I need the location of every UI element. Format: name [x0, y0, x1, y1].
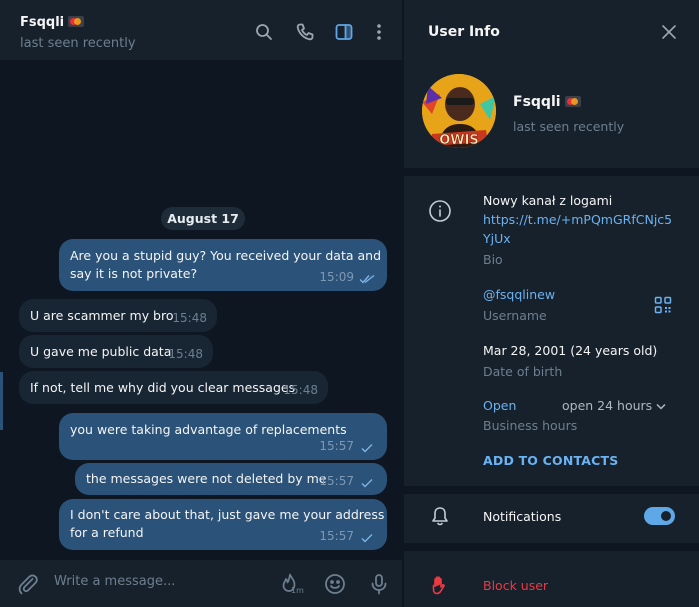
section-divider — [404, 543, 699, 551]
notifications-label: Notifications — [483, 509, 562, 524]
message-time: 15:48 — [172, 310, 207, 325]
chat-name: Fsqqli — [20, 15, 65, 30]
message-text-line: I don't care about that, just gave me yo… — [70, 507, 385, 522]
message-time: 15:48 — [168, 346, 203, 361]
attach-icon[interactable] — [16, 572, 40, 596]
chat-header[interactable]: Fsqqli last seen recently — [0, 0, 402, 60]
message-bubble-outgoing[interactable]: I don't care about that, just gave me yo… — [59, 499, 387, 550]
microphone-icon[interactable] — [367, 572, 391, 596]
bio-text: Nowy kanał z logami — [483, 193, 613, 208]
profile-name-text: Fsqqli — [513, 94, 561, 110]
profile-status: last seen recently — [513, 119, 625, 134]
message-bubble-outgoing[interactable]: Are you a stupid guy? You received your … — [59, 239, 387, 291]
business-hours-label: Business hours — [483, 418, 578, 433]
message-composer[interactable]: Write a message... — [0, 560, 402, 607]
message-bubble-incoming[interactable]: U are scammer my bro 15:48 — [19, 299, 217, 332]
more-vertical-icon[interactable] — [369, 22, 389, 42]
close-icon[interactable] — [661, 24, 677, 40]
birth-date: Mar 28, 2001 (24 years old) — [483, 343, 658, 358]
message-time: 15:09 — [319, 269, 354, 284]
chat-title[interactable]: Fsqqli — [20, 15, 85, 30]
username-label: Username — [483, 308, 547, 323]
message-text: U are scammer my bro — [30, 308, 174, 323]
section-divider — [404, 486, 699, 494]
check-icon — [361, 534, 373, 543]
info-icon — [428, 199, 452, 223]
message-bubble-outgoing[interactable]: the messages were not deleted by me 15:5… — [75, 463, 387, 495]
message-input[interactable]: Write a message... — [54, 574, 175, 589]
message-time: 15:57 — [319, 438, 354, 453]
message-text: If not, tell me why did you clear messag… — [30, 380, 296, 395]
qr-code-icon[interactable] — [654, 296, 672, 314]
message-text-line: Are you a stupid guy? You received your … — [70, 248, 381, 263]
business-hours-status: Open — [483, 398, 517, 413]
check-icon — [361, 444, 373, 453]
avatar[interactable]: OWIS — [422, 74, 496, 148]
add-to-contacts-button[interactable]: ADD TO CONTACTS — [483, 453, 618, 468]
block-user-button[interactable]: Block user — [483, 578, 548, 593]
flag-icon — [564, 96, 581, 107]
svg-text:OWIS: OWIS — [439, 133, 479, 148]
message-text: you were taking advantage of replacement… — [70, 422, 347, 437]
birth-date-label: Date of birth — [483, 364, 563, 379]
check-icon — [361, 479, 373, 488]
bio-link[interactable]: https://t.me/+mPQmGRfCNjc5 — [483, 210, 672, 229]
message-time: 15:48 — [283, 382, 318, 397]
message-text: U gave me public data — [30, 344, 172, 359]
search-icon[interactable] — [254, 22, 274, 42]
avatar-image: OWIS — [422, 74, 496, 148]
business-hours-dropdown[interactable]: open 24 hours — [562, 398, 666, 413]
chat-pane: Fsqqli last seen recently August 17 Are … — [0, 0, 402, 607]
double-check-icon — [359, 274, 375, 284]
phone-icon[interactable] — [295, 22, 315, 42]
chevron-down-icon — [656, 403, 666, 410]
message-bubble-incoming[interactable]: If not, tell me why did you clear messag… — [19, 371, 328, 404]
message-bubble-outgoing[interactable]: you were taking advantage of replacement… — [59, 413, 387, 460]
timer-label: 1m — [291, 586, 304, 595]
sidebar-toggle-icon[interactable] — [334, 22, 354, 42]
panel-title: User Info — [428, 24, 500, 40]
flag-icon — [68, 16, 85, 27]
section-divider — [404, 168, 699, 176]
business-hours-value: open 24 hours — [562, 398, 653, 413]
username-value[interactable]: @fsqqlinew — [483, 285, 555, 304]
block-hand-icon — [429, 574, 451, 596]
message-time: 15:57 — [319, 473, 354, 488]
bio-link-continued[interactable]: YjUx — [483, 229, 511, 248]
selection-marker — [0, 372, 3, 430]
date-separator: August 17 — [161, 207, 245, 230]
bell-icon — [429, 505, 451, 527]
user-info-panel: User Info OWIS Fsqqli last seen recently… — [403, 0, 699, 607]
chat-status: last seen recently — [20, 36, 136, 51]
message-time: 15:57 — [319, 528, 354, 543]
message-bubble-incoming[interactable]: U gave me public data 15:48 — [19, 335, 213, 368]
bio-label: Bio — [483, 252, 503, 267]
notifications-toggle[interactable] — [644, 507, 675, 525]
profile-name: Fsqqli — [513, 94, 581, 110]
message-text: the messages were not deleted by me — [86, 471, 327, 486]
emoji-icon[interactable] — [323, 572, 347, 596]
